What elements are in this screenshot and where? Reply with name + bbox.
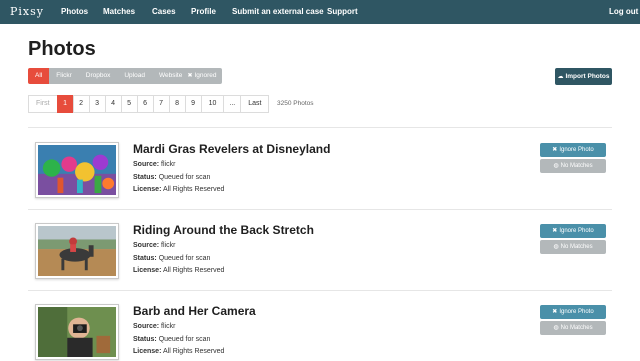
page-10[interactable]: 10 — [200, 95, 225, 113]
globe-icon: ◍ — [553, 244, 559, 250]
source-value: flickr — [161, 242, 176, 249]
pagination: First 1 2 3 4 5 6 7 8 9 10 ... Last — [28, 95, 270, 113]
license-value: All Rights Reserved — [162, 186, 225, 193]
license-value: All Rights Reserved — [162, 267, 225, 274]
globe-icon: ◍ — [553, 163, 559, 169]
photo-source: Source: flickr — [133, 242, 175, 249]
row-divider — [28, 209, 612, 210]
photo-thumbnail[interactable] — [35, 223, 119, 279]
status-value: Queued for scan — [158, 336, 211, 343]
license-label: License: — [133, 267, 162, 274]
license-value: All Rights Reserved — [162, 348, 225, 355]
close-icon: ✖ — [187, 73, 193, 79]
photo-title[interactable]: Barb and Her Camera — [133, 304, 256, 318]
page-5[interactable]: 5 — [120, 95, 138, 113]
nav-matches[interactable]: Matches — [103, 7, 135, 16]
parade-image — [38, 145, 116, 195]
filter-all[interactable]: All — [28, 68, 50, 84]
photo-status: Status: Queued for scan — [133, 255, 210, 262]
nav-submit-external-case[interactable]: Submit an external case — [232, 7, 324, 16]
status-label: Status: — [133, 255, 157, 262]
photo-source: Source: flickr — [133, 323, 175, 330]
import-label: Import Photos — [565, 73, 610, 80]
photo-source: Source: flickr — [133, 161, 175, 168]
racehorse-image — [38, 226, 116, 276]
nav-photos[interactable]: Photos — [61, 7, 88, 16]
page-2[interactable]: 2 — [72, 95, 90, 113]
photo-status: Status: Queued for scan — [133, 174, 210, 181]
source-value: flickr — [161, 161, 176, 168]
license-label: License: — [133, 186, 162, 193]
photo-license: License: All Rights Reserved — [133, 267, 224, 274]
source-label: Source: — [133, 323, 160, 330]
ignore-photo-button[interactable]: ✖ Ignore Photo — [540, 305, 606, 319]
brand-logo[interactable]: Pixsy — [10, 5, 44, 18]
page-first[interactable]: First — [28, 95, 58, 113]
page-9[interactable]: 9 — [184, 95, 202, 113]
page-title: Photos — [28, 38, 96, 60]
no-matches-button[interactable]: ◍ No Matches — [540, 321, 606, 335]
no-matches-label: No Matches — [560, 163, 593, 169]
filter-dropbox[interactable]: Dropbox — [78, 68, 118, 84]
page-ellipsis: ... — [223, 95, 242, 113]
no-matches-label: No Matches — [560, 325, 593, 331]
status-label: Status: — [133, 174, 157, 181]
page-6[interactable]: 6 — [136, 95, 154, 113]
status-value: Queued for scan — [158, 255, 211, 262]
no-matches-button[interactable]: ◍ No Matches — [540, 240, 606, 254]
filter-upload[interactable]: Upload — [117, 68, 152, 84]
ignore-photo-button[interactable]: ✖ Ignore Photo — [540, 224, 606, 238]
close-icon: ✖ — [552, 147, 558, 153]
ignore-photo-button[interactable]: ✖ Ignore Photo — [540, 143, 606, 157]
page-8[interactable]: 8 — [168, 95, 186, 113]
photo-license: License: All Rights Reserved — [133, 186, 224, 193]
photo-status: Status: Queued for scan — [133, 336, 210, 343]
status-label: Status: — [133, 336, 157, 343]
source-value: flickr — [161, 323, 176, 330]
import-photos-button[interactable]: ☁ Import Photos — [555, 68, 612, 85]
photo-title[interactable]: Mardi Gras Revelers at Disneyland — [133, 142, 330, 156]
globe-icon: ◍ — [553, 325, 559, 331]
ignore-photo-label: Ignore Photo — [559, 147, 594, 153]
ignored-filter-button[interactable]: ✖ Ignored — [182, 68, 222, 84]
license-label: License: — [133, 348, 162, 355]
filter-flickr[interactable]: Flickr — [49, 68, 79, 84]
photo-count: 3250 Photos — [277, 100, 314, 107]
photographer-image — [38, 307, 116, 357]
no-matches-label: No Matches — [560, 244, 593, 250]
close-icon: ✖ — [552, 309, 558, 315]
source-label: Source: — [133, 161, 160, 168]
top-navbar: Pixsy Photos Matches Cases Profile Submi… — [0, 0, 640, 24]
page-last[interactable]: Last — [240, 95, 270, 113]
row-divider — [28, 127, 612, 128]
photo-license: License: All Rights Reserved — [133, 348, 224, 355]
nav-cases[interactable]: Cases — [152, 7, 176, 16]
source-filter-group: All Flickr Dropbox Upload Website — [28, 68, 190, 84]
page-1[interactable]: 1 — [56, 95, 74, 113]
ignored-label: Ignored — [194, 72, 217, 79]
close-icon: ✖ — [552, 228, 558, 234]
no-matches-button[interactable]: ◍ No Matches — [540, 159, 606, 173]
photo-thumbnail[interactable] — [35, 142, 119, 198]
page-4[interactable]: 4 — [104, 95, 122, 113]
nav-profile[interactable]: Profile — [191, 7, 216, 16]
cloud-icon: ☁ — [557, 74, 564, 80]
row-divider — [28, 290, 612, 291]
source-label: Source: — [133, 242, 160, 249]
photo-thumbnail[interactable] — [35, 304, 119, 360]
page-3[interactable]: 3 — [88, 95, 106, 113]
ignore-photo-label: Ignore Photo — [559, 228, 594, 234]
ignore-photo-label: Ignore Photo — [559, 309, 594, 315]
page-7[interactable]: 7 — [152, 95, 170, 113]
status-value: Queued for scan — [158, 174, 211, 181]
nav-logout[interactable]: Log out — [609, 7, 638, 16]
photo-title[interactable]: Riding Around the Back Stretch — [133, 223, 314, 237]
nav-support[interactable]: Support — [327, 7, 358, 16]
